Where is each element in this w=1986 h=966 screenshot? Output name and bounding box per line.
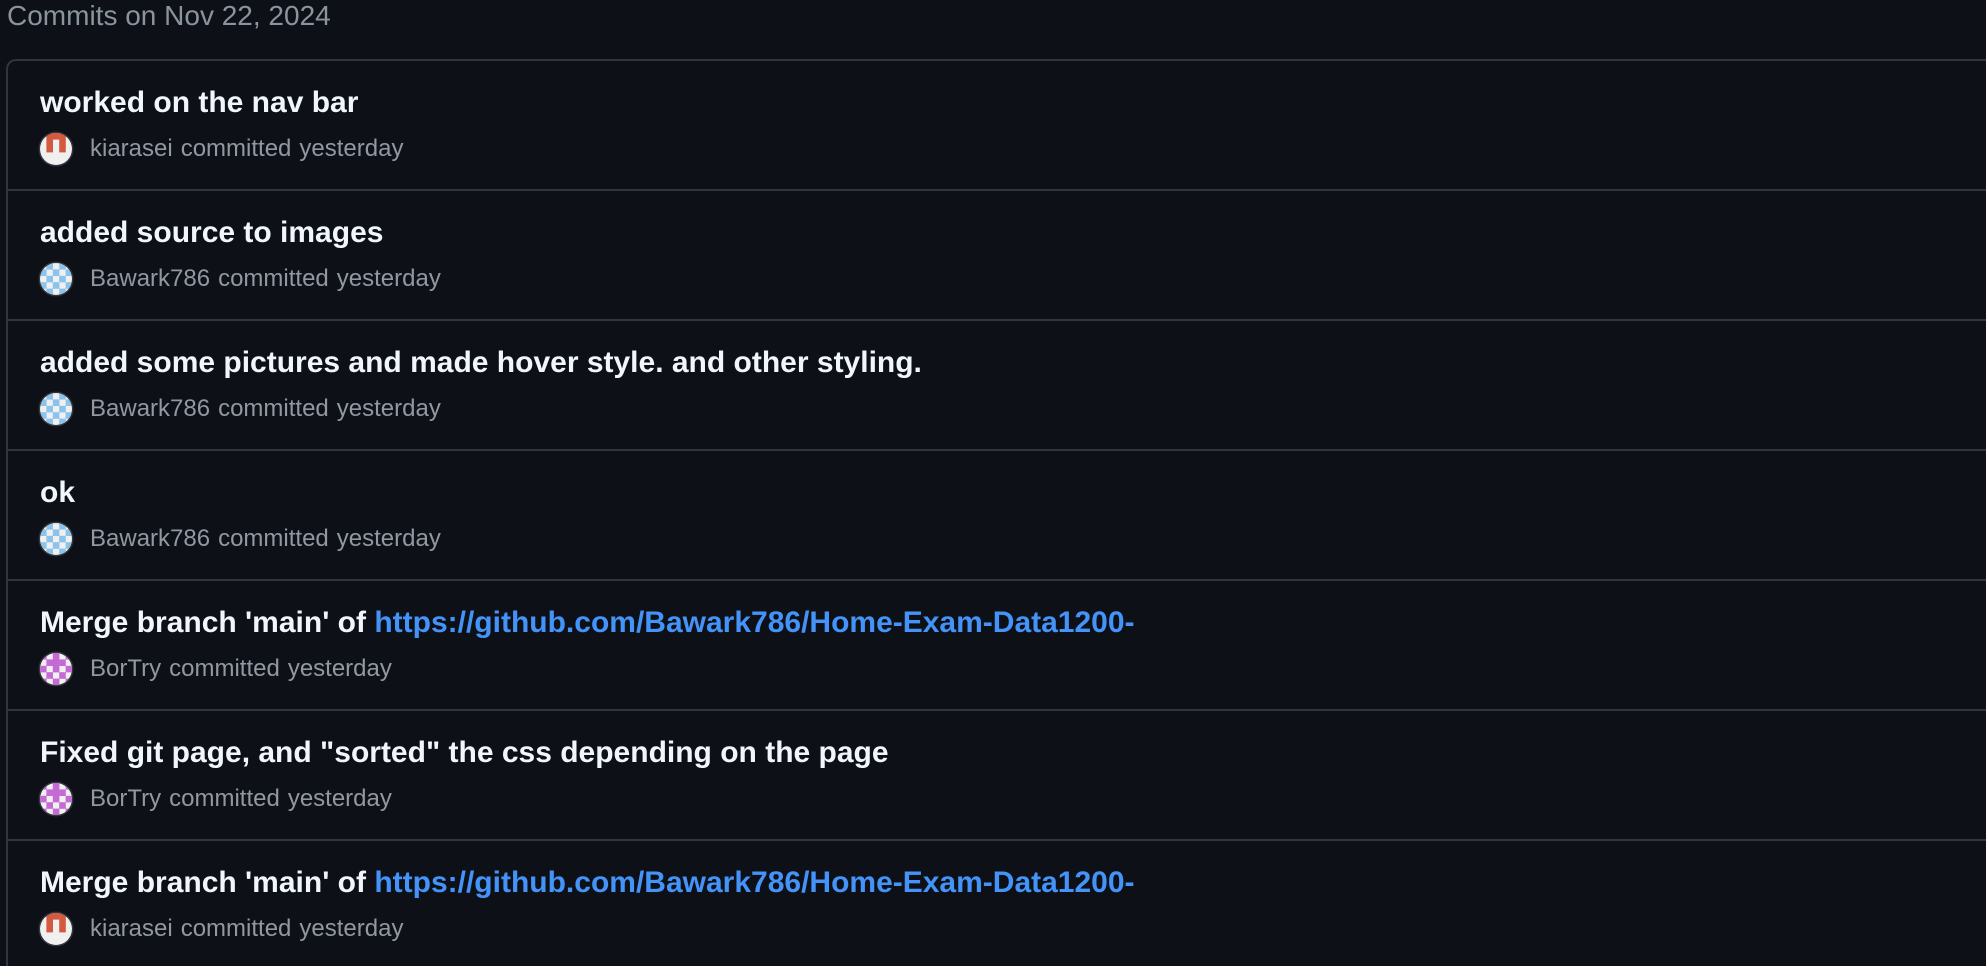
- commit-action-text: committed: [169, 785, 280, 812]
- commit-message-link[interactable]: added some pictures and made hover style…: [40, 346, 922, 379]
- commit-meta: BorTry committed yesterday: [40, 651, 392, 687]
- commit-action-text: committed: [180, 135, 292, 162]
- commit-action-text: committed: [169, 655, 280, 682]
- commit-time: yesterday: [336, 395, 441, 422]
- commit-meta-text: BorTry committed yesterday: [90, 785, 392, 813]
- commit-row-3: added some pictures and made hover style…: [8, 321, 1986, 451]
- commit-message-link[interactable]: Fixed git page, and "sorted" the css dep…: [40, 736, 889, 769]
- commits-page: Commits on Nov 22, 2024 worked on the na…: [0, 0, 1986, 966]
- author-name-link[interactable]: kiarasei: [90, 135, 173, 162]
- commit-meta-text: kiarasei committed yesterday: [90, 915, 403, 943]
- commit-time: yesterday: [287, 655, 392, 682]
- commit-list: worked on the nav bar kiarasei committed y…: [6, 59, 1986, 966]
- commit-action-text: committed: [218, 265, 329, 292]
- commit-meta: Bawark786 committed yesterday: [40, 391, 441, 427]
- commit-message-link[interactable]: Merge branch 'main' of: [40, 866, 374, 899]
- commit-title: ok: [40, 474, 75, 512]
- commit-meta-text: Bawark786 committed yesterday: [90, 395, 441, 423]
- commit-title: Merge branch 'main' of https://github.co…: [40, 864, 1135, 902]
- author-name-link[interactable]: Bawark786: [90, 265, 210, 292]
- commit-action-text: committed: [218, 395, 329, 422]
- identicon-kiarasei-avatar[interactable]: [40, 913, 72, 945]
- commit-meta: BorTry committed yesterday: [40, 781, 392, 817]
- commit-time: yesterday: [299, 915, 404, 942]
- commit-row-2: added source to images Bawark786 committe…: [8, 191, 1986, 321]
- commit-title: Merge branch 'main' of https://github.co…: [40, 604, 1135, 642]
- identicon-bortry-avatar[interactable]: [40, 653, 72, 685]
- commit-title: worked on the nav bar: [40, 84, 358, 122]
- commit-action-text: committed: [218, 525, 329, 552]
- commit-time: yesterday: [336, 525, 441, 552]
- author-name-link[interactable]: Bawark786: [90, 395, 210, 422]
- commit-meta-text: Bawark786 committed yesterday: [90, 525, 441, 553]
- commit-time: yesterday: [287, 785, 392, 812]
- commit-row-6: Fixed git page, and "sorted" the css dep…: [8, 711, 1986, 841]
- identicon-bawark786-avatar[interactable]: [40, 393, 72, 425]
- commit-title: added source to images: [40, 214, 383, 252]
- author-name-link[interactable]: BorTry: [90, 785, 161, 812]
- identicon-kiarasei-avatar[interactable]: [40, 133, 72, 165]
- commit-action-text: committed: [180, 915, 292, 942]
- commit-meta: Bawark786 committed yesterday: [40, 261, 441, 297]
- commit-row-7: Merge branch 'main' of https://github.co…: [8, 841, 1986, 966]
- commit-message-link[interactable]: Merge branch 'main' of: [40, 606, 374, 639]
- commit-row-4: ok Bawark786 committed yesterday: [8, 451, 1986, 581]
- commit-url-link[interactable]: https://github.com/Bawark786/Home-Exam-D…: [374, 866, 1134, 899]
- commit-title: added some pictures and made hover style…: [40, 344, 922, 382]
- commit-meta-text: BorTry committed yesterday: [90, 655, 392, 683]
- commits-date-heading: Commits on Nov 22, 2024: [7, 0, 331, 31]
- commit-meta: kiarasei committed yesterday: [40, 131, 403, 167]
- commit-meta-text: Bawark786 committed yesterday: [90, 265, 441, 293]
- commit-message-link[interactable]: worked on the nav bar: [40, 86, 358, 119]
- identicon-bortry-avatar[interactable]: [40, 783, 72, 815]
- commit-time: yesterday: [299, 135, 404, 162]
- commit-title: Fixed git page, and "sorted" the css dep…: [40, 734, 889, 772]
- commit-row-5: Merge branch 'main' of https://github.co…: [8, 581, 1986, 711]
- commit-message-link[interactable]: added source to images: [40, 216, 383, 249]
- commit-time: yesterday: [336, 265, 441, 292]
- commit-meta-text: kiarasei committed yesterday: [90, 135, 403, 163]
- commit-url-link[interactable]: https://github.com/Bawark786/Home-Exam-D…: [374, 606, 1134, 639]
- commit-message-link[interactable]: ok: [40, 476, 75, 509]
- commit-meta: Bawark786 committed yesterday: [40, 521, 441, 557]
- commit-row-1: worked on the nav bar kiarasei committed y…: [8, 61, 1986, 191]
- identicon-bawark786-avatar[interactable]: [40, 263, 72, 295]
- author-name-link[interactable]: BorTry: [90, 655, 161, 682]
- commit-meta: kiarasei committed yesterday: [40, 911, 403, 947]
- author-name-link[interactable]: Bawark786: [90, 525, 210, 552]
- identicon-bawark786-avatar[interactable]: [40, 523, 72, 555]
- author-name-link[interactable]: kiarasei: [90, 915, 173, 942]
